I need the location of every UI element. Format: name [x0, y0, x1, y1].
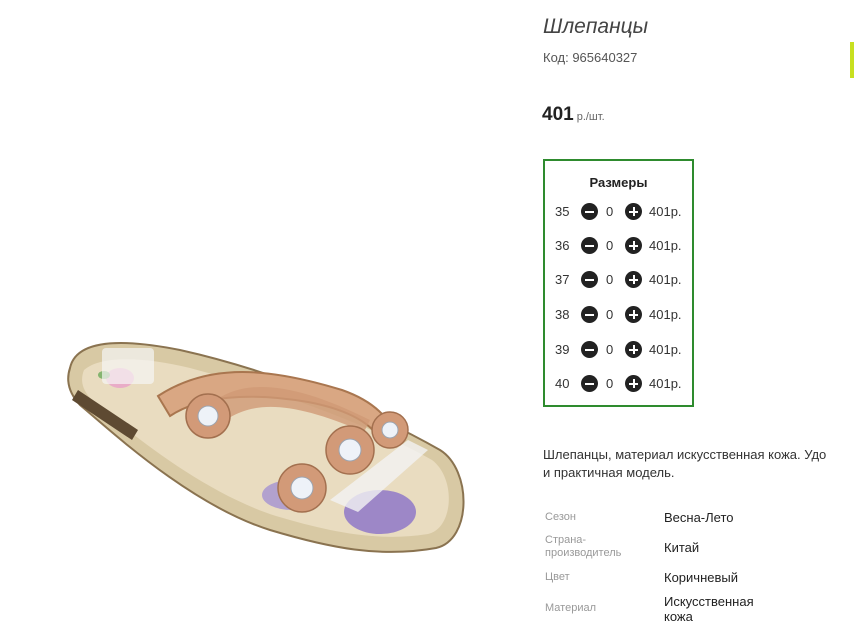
- product-title: Шлепанцы: [543, 15, 649, 38]
- size-price: 401р.: [649, 342, 682, 357]
- minus-circle-icon[interactable]: [581, 203, 598, 220]
- size-row: 39 0 401р.: [545, 340, 696, 360]
- quantity-value: 0: [606, 204, 614, 219]
- spec-value-color: Коричневый: [664, 570, 738, 585]
- size-row: 40 0 401р.: [545, 374, 696, 394]
- plus-circle-icon[interactable]: [625, 341, 642, 358]
- product-price: 401 р./шт.: [542, 104, 605, 126]
- spec-value-season: Весна-Лето: [664, 510, 734, 525]
- size-row: 35 0 401р.: [545, 202, 696, 222]
- minus-circle-icon[interactable]: [581, 341, 598, 358]
- plus-circle-icon[interactable]: [625, 375, 642, 392]
- quantity-value: 0: [606, 342, 614, 357]
- sandal-illustration: [67, 342, 465, 553]
- size-row: 37 0 401р.: [545, 270, 696, 290]
- size-price: 401р.: [649, 204, 682, 219]
- size-row: 38 0 401р.: [545, 305, 696, 325]
- minus-circle-icon[interactable]: [581, 237, 598, 254]
- quantity-value: 0: [606, 307, 614, 322]
- sizes-title: Размеры: [589, 175, 648, 190]
- size-label: 35: [555, 204, 570, 219]
- plus-circle-icon[interactable]: [625, 237, 642, 254]
- size-price: 401р.: [649, 307, 682, 322]
- quantity-value: 0: [606, 376, 614, 391]
- product-image[interactable]: [40, 100, 490, 570]
- side-accent-bar: [850, 42, 854, 78]
- quantity-value: 0: [606, 272, 614, 287]
- size-label: 40: [555, 376, 570, 391]
- size-label: 38: [555, 307, 570, 322]
- plus-circle-icon[interactable]: [625, 271, 642, 288]
- size-row: 36 0 401р.: [545, 236, 696, 256]
- minus-circle-icon[interactable]: [581, 306, 598, 323]
- spec-label-color: Цвет: [545, 571, 570, 583]
- size-price: 401р.: [649, 272, 682, 287]
- spec-label-season: Сезон: [545, 511, 576, 523]
- spec-label-material: Материал: [545, 602, 596, 614]
- plus-circle-icon[interactable]: [625, 306, 642, 323]
- plus-circle-icon[interactable]: [625, 203, 642, 220]
- price-value: 401: [542, 104, 574, 125]
- spec-value-country: Китай: [664, 540, 700, 555]
- quantity-value: 0: [606, 238, 614, 253]
- size-price: 401р.: [649, 376, 682, 391]
- size-label: 37: [555, 272, 570, 287]
- size-price: 401р.: [649, 238, 682, 253]
- minus-circle-icon[interactable]: [581, 375, 598, 392]
- spec-label-country: Страна- производитель: [545, 534, 622, 559]
- size-label: 39: [555, 342, 570, 357]
- spec-value-material: Искусственная кожа: [664, 594, 754, 624]
- product-description: Шлепанцы, материал искусственная кожа. У…: [543, 447, 827, 480]
- sizes-panel: Размеры 35 0 401р. 36 0 401р. 37 0 401р.…: [543, 159, 694, 407]
- size-label: 36: [555, 238, 570, 253]
- product-code: Код: 965640327: [543, 50, 638, 65]
- price-unit: р./шт.: [576, 111, 605, 123]
- minus-circle-icon[interactable]: [581, 271, 598, 288]
